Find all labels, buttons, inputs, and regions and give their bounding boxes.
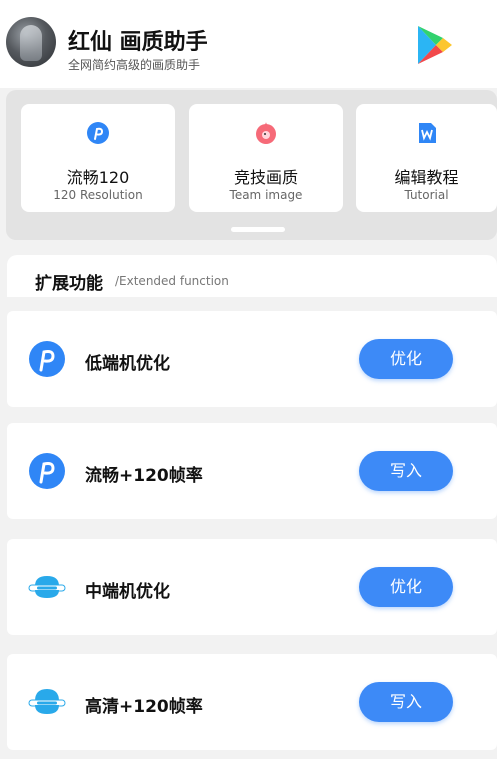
write-button[interactable]: 写入 (359, 682, 453, 722)
page-indicator (231, 227, 285, 232)
feature-card-tutorial[interactable]: 编辑教程 Tutorial (356, 104, 497, 212)
feature-card-smooth-120[interactable]: 流畅120 120 Resolution (21, 104, 175, 212)
document-w-icon (418, 123, 436, 143)
write-button[interactable]: 写入 (359, 451, 453, 491)
list-item-mid-end: 中端机优化 优化 (7, 539, 497, 635)
optimize-button[interactable]: 优化 (359, 567, 453, 607)
feature-panel: 流畅120 120 Resolution 竞技画质 Team image 编辑教… (6, 90, 497, 240)
feature-title: 竞技画质 (233, 168, 298, 187)
cloud-icon (28, 576, 66, 598)
list-item-low-end: 低端机优化 优化 (7, 311, 497, 407)
app-subtitle: 全网简约高级的画质助手 (68, 58, 201, 72)
list-item-hd-120fps: 高清+120帧率 写入 (7, 654, 497, 750)
app-title: 红仙 画质助手 (68, 30, 208, 55)
feature-title: 流畅120 (66, 168, 130, 187)
list-item-smooth-120fps: 流畅+120帧率 写入 (7, 423, 497, 519)
feature-title: 编辑教程 (394, 168, 459, 187)
app-header: 红仙 画质助手 全网简约高级的画质助手 (0, 0, 497, 88)
feature-subtitle: 120 Resolution (53, 188, 143, 202)
avatar[interactable] (6, 17, 56, 67)
row-label: 高清+120帧率 (85, 697, 203, 717)
cloud-icon (28, 689, 66, 714)
p-logo-icon (87, 122, 109, 144)
feature-subtitle: Tutorial (404, 188, 449, 202)
play-store-icon[interactable] (414, 24, 454, 66)
row-label: 流畅+120帧率 (85, 466, 203, 486)
p-logo-icon (29, 453, 65, 489)
row-label: 中端机优化 (85, 582, 170, 602)
section-header: 扩展功能 /Extended function (7, 255, 497, 297)
optimize-button[interactable]: 优化 (359, 339, 453, 379)
section-title: 扩展功能 (35, 274, 103, 294)
feature-card-competitive[interactable]: 竞技画质 Team image (189, 104, 343, 212)
row-label: 低端机优化 (85, 354, 170, 374)
bird-icon (256, 122, 276, 144)
feature-subtitle: Team image (229, 188, 303, 202)
section-subtitle: /Extended function (115, 274, 229, 288)
p-logo-icon (29, 341, 65, 377)
